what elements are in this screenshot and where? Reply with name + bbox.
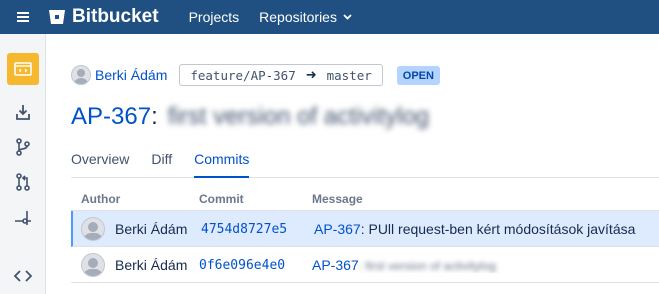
source-branch: feature/AP-367 bbox=[190, 67, 296, 83]
repository-icon[interactable] bbox=[7, 53, 39, 85]
target-branch: master bbox=[326, 67, 372, 83]
table-header: Author Commit Message bbox=[71, 187, 659, 211]
chevron-down-icon bbox=[343, 12, 352, 23]
commit-hash-link[interactable]: 4754d8727e5 bbox=[201, 222, 287, 237]
nav-repositories-label: Repositories bbox=[259, 9, 337, 25]
pr-title-text: first version of activitylog bbox=[167, 103, 430, 130]
column-author: Author bbox=[81, 191, 121, 206]
commit-hash-link[interactable]: 0f6e096e4e0 bbox=[199, 258, 285, 273]
pr-key-link[interactable]: AP-367 bbox=[71, 103, 151, 131]
issue-link[interactable]: AP-367 bbox=[312, 257, 359, 273]
row-message: AP-367: first version of activitylog bbox=[312, 257, 659, 273]
nav-repositories[interactable]: Repositories bbox=[259, 9, 352, 25]
row-author-name: Berki Ádám bbox=[115, 220, 188, 237]
commits-table: Author Commit Message Berki Ádám 4754d87… bbox=[71, 187, 659, 283]
pull-request-meta: Berki Ádám feature/AP-367 ➜ master OPEN bbox=[71, 63, 440, 87]
commits-icon[interactable] bbox=[7, 201, 39, 233]
table-row[interactable]: Berki Ádám 0f6e096e4e0 AP-367: first ver… bbox=[71, 247, 659, 283]
table-row[interactable]: Berki Ádám 4754d8727e5 AP-367: PUll requ… bbox=[71, 211, 659, 247]
nav-projects[interactable]: Projects bbox=[189, 9, 240, 25]
row-message: AP-367: PUll request-ben kért módosításo… bbox=[314, 221, 659, 237]
tab-commits[interactable]: Commits bbox=[194, 151, 250, 178]
app-name: Bitbucket bbox=[72, 6, 159, 27]
row-author-name: Berki Ádám bbox=[115, 256, 188, 273]
page-title: AP-367 : first version of activitylog bbox=[71, 103, 429, 131]
column-commit: Commit bbox=[199, 191, 244, 206]
tab-overview[interactable]: Overview bbox=[71, 151, 129, 178]
title-colon: : bbox=[151, 103, 158, 130]
avatar bbox=[81, 252, 105, 277]
row-author: Berki Ádám bbox=[71, 252, 199, 277]
top-navigation-bar: Bitbucket Projects Repositories bbox=[0, 0, 659, 34]
sidebar bbox=[0, 34, 46, 294]
pr-author-link[interactable]: Berki Ádám bbox=[95, 67, 167, 83]
bitbucket-logo[interactable]: Bitbucket bbox=[48, 6, 159, 28]
row-commit: 0f6e096e4e0 bbox=[199, 256, 312, 273]
commit-message: : PUll request-ben kért módosítások javí… bbox=[360, 220, 636, 237]
commit-message: : first version of activitylog bbox=[358, 258, 497, 273]
source-icon[interactable] bbox=[7, 260, 39, 292]
top-nav: Projects Repositories bbox=[189, 9, 372, 25]
branch-selector[interactable]: feature/AP-367 ➜ master bbox=[179, 64, 383, 86]
pr-tabs: Overview Diff Commits bbox=[71, 151, 659, 178]
row-commit: 4754d8727e5 bbox=[201, 220, 314, 237]
tab-diff[interactable]: Diff bbox=[151, 151, 172, 178]
clone-icon[interactable] bbox=[7, 96, 39, 128]
menu-icon[interactable] bbox=[0, 0, 46, 34]
bitbucket-bucket-icon bbox=[49, 10, 65, 24]
pull-requests-icon[interactable] bbox=[7, 166, 39, 198]
status-badge: OPEN bbox=[396, 65, 440, 85]
arrow-right-icon: ➜ bbox=[305, 67, 317, 83]
column-message: Message bbox=[312, 191, 363, 206]
avatar bbox=[81, 216, 105, 241]
nav-projects-label: Projects bbox=[188, 9, 240, 25]
row-author: Berki Ádám bbox=[73, 216, 201, 241]
issue-link[interactable]: AP-367 bbox=[314, 221, 361, 237]
avatar[interactable] bbox=[71, 65, 91, 85]
branches-icon[interactable] bbox=[7, 131, 39, 163]
